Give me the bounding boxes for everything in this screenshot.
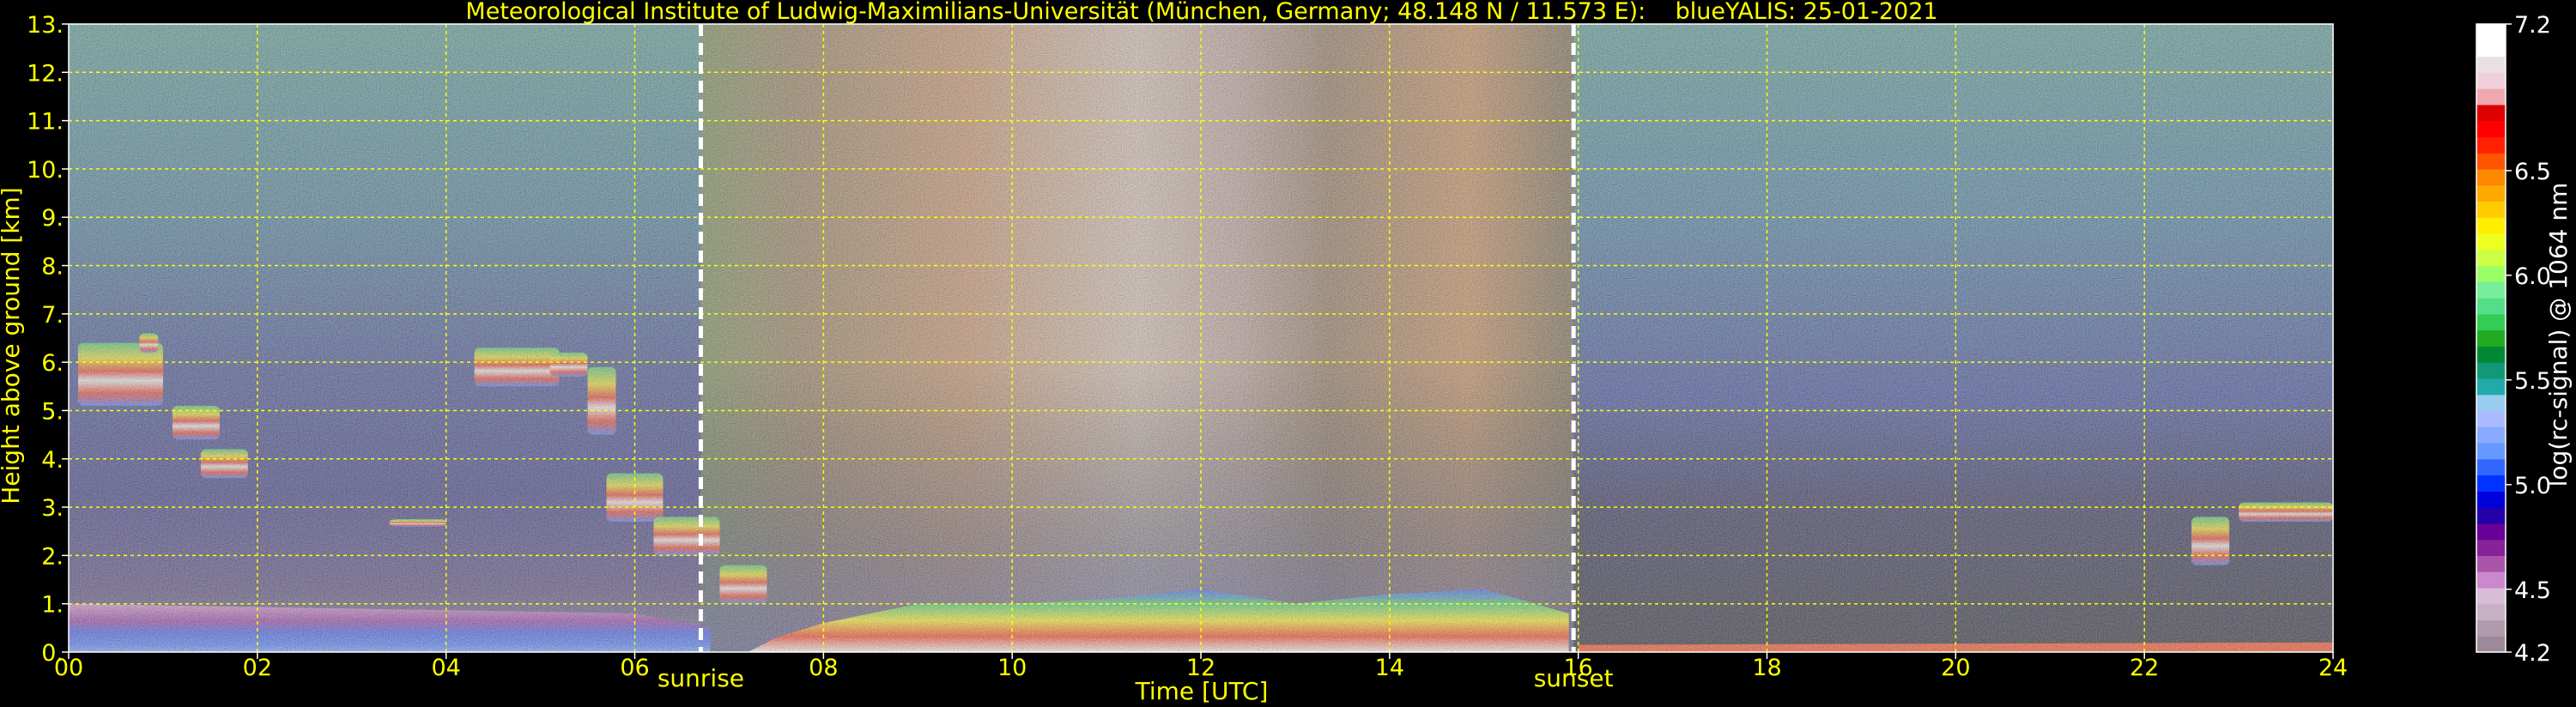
x-axis-label: Time [UTC] [1135, 677, 1269, 705]
colorbar-segment [2476, 201, 2506, 218]
colorbar-segment [2476, 217, 2506, 234]
colorbar-segment [2476, 491, 2506, 508]
colorbar-segment [2476, 136, 2506, 154]
x-tick-label: 14 [1375, 655, 1404, 681]
x-tick-label: 20 [1941, 655, 1970, 681]
y-tick-label: 9. [41, 205, 64, 232]
x-tick-label: 18 [1752, 655, 1781, 681]
colorbar-segment [2476, 636, 2506, 653]
y-tick-label: 10. [27, 157, 64, 184]
colorbar-segment [2476, 346, 2506, 363]
colorbar-segment [2476, 120, 2506, 137]
colorbar-segment [2476, 281, 2506, 299]
colorbar-label: log(rc-signal) @ 1064 nm [2544, 183, 2573, 487]
y-tick-label: 5. [41, 398, 64, 425]
colorbar-segment [2476, 184, 2506, 202]
x-tick-label: 04 [431, 655, 460, 681]
y-tick-label: 11. [27, 109, 64, 136]
colorbar-segment [2476, 265, 2506, 282]
colorbar-segment [2476, 39, 2506, 57]
colorbar-tick-label: 7.2 [2514, 12, 2551, 39]
colorbar-segment [2476, 507, 2506, 524]
y-tick-label: 12. [27, 60, 64, 87]
x-tick-label: 24 [2318, 655, 2348, 681]
y-tick-label: 13. [27, 12, 64, 39]
colorbar-segment [2476, 249, 2506, 267]
colorbar-segment [2476, 619, 2506, 637]
x-tick-label: 10 [997, 655, 1027, 681]
colorbar-segment [2476, 394, 2506, 412]
colorbar-segment [2476, 104, 2506, 122]
colorbar-segment [2476, 233, 2506, 251]
colorbar-segment [2476, 88, 2506, 106]
y-tick-label: 3. [41, 495, 64, 522]
colorbar-segment [2476, 24, 2506, 41]
colorbar-segment [2476, 410, 2506, 427]
x-tick-label: 02 [243, 655, 272, 681]
lidar-plot: 00 02 04 06 08 10 12 14 16 18 20 22 24 0.1.2.3.4.5.6… [0, 0, 2573, 705]
colorbar-segment [2476, 426, 2506, 444]
colorbar-segment [2476, 539, 2506, 556]
colorbar-segment [2476, 474, 2506, 492]
chart-title: Meteorological Institute of Ludwig-Maxim… [465, 0, 1937, 25]
colorbar-segment [2476, 313, 2506, 331]
colorbar-segment [2476, 153, 2506, 170]
y-tick-label: 4. [41, 447, 64, 474]
x-tick-label: 22 [2130, 655, 2159, 681]
x-tick-label: 08 [809, 655, 838, 681]
colorbar-tick-label: 4.2 [2514, 640, 2551, 667]
y-axis-label: Height above ground [km] [0, 187, 25, 505]
colorbar: 4.24.55.05.56.06.57.2 [2476, 12, 2551, 667]
sunrise-label: sunrise [658, 664, 744, 692]
y-tick-label: 2. [41, 543, 64, 570]
colorbar-segment [2476, 72, 2506, 89]
colorbar-segment [2476, 571, 2506, 589]
colorbar-segment [2476, 329, 2506, 347]
colorbar-segment [2476, 458, 2506, 476]
colorbar-segment [2476, 587, 2506, 605]
colorbar-segment [2476, 603, 2506, 621]
colorbar-segment [2476, 523, 2506, 541]
colorbar-segment [2476, 555, 2506, 572]
y-tick-label: 7. [41, 302, 64, 329]
signal-noise [69, 24, 2333, 652]
colorbar-segment [2476, 298, 2506, 315]
colorbar-tick-label: 4.5 [2514, 577, 2551, 604]
colorbar-segment [2476, 168, 2506, 186]
x-tick-label: 06 [620, 655, 649, 681]
colorbar-segment [2476, 362, 2506, 379]
y-axis: 0. 1. 2. 3. 4. 5. 6. 7. 8. 9. 10. 11. 12. 13. [27, 12, 69, 667]
colorbar-segment [2476, 443, 2506, 460]
colorbar-segment [2476, 378, 2506, 396]
y-tick-label: 6. [41, 350, 64, 377]
sunset-label: sunset [1534, 664, 1614, 692]
y-tick-label: 1. [41, 592, 64, 619]
colorbar-tick-label: 6.5 [2514, 159, 2551, 185]
y-tick-label: 0. [41, 640, 64, 667]
colorbar-segment [2476, 56, 2506, 73]
backscatter-field [69, 24, 2333, 652]
y-tick-label: 8. [41, 254, 64, 281]
